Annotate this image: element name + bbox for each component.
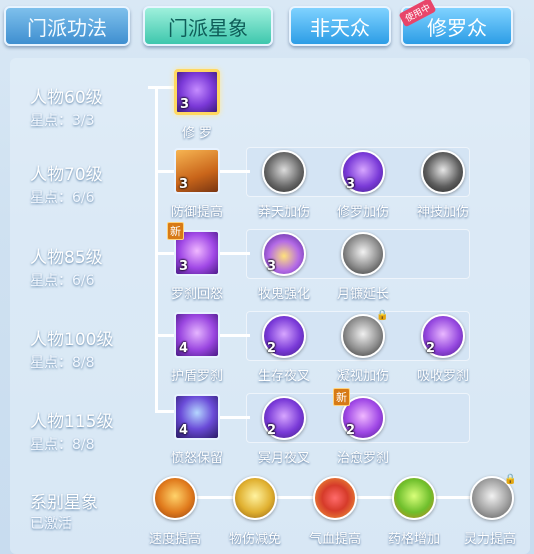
skill-hudun-icon[interactable]: 4 <box>174 312 220 358</box>
series-connector-1 <box>196 496 236 499</box>
tab-xiuluo[interactable]: 使用中 修罗众 <box>398 0 513 46</box>
row-level-85: 人物85级 <box>30 248 103 268</box>
row-stars-70: 星点：6/6 <box>30 190 95 206</box>
tab-sect-stars[interactable]: 门派星象 <box>143 6 273 46</box>
connector-strip-r4 <box>220 334 250 337</box>
star-panel <box>10 58 530 554</box>
tab-bar: 门派功法 门派星象 非天众 使用中 修罗众 <box>0 0 534 56</box>
skill-luosha-huinu-name: 罗刹回怒 <box>170 287 223 302</box>
series-medicine-icon[interactable] <box>392 476 436 520</box>
tree-connector <box>155 86 158 412</box>
series-spirit-name: 灵力提高 <box>463 532 516 547</box>
connector-r5 <box>155 410 175 413</box>
lock-icon: 🔒 <box>376 310 389 321</box>
skill-shengcun-name: 生存夜叉 <box>257 369 310 384</box>
series-title: 系别星象 <box>30 493 98 513</box>
tab-xiuluo-label: 修罗众 <box>427 15 487 40</box>
row-level-100: 人物100级 <box>30 330 114 350</box>
skill-xiuluo-dmg-icon[interactable]: 3 <box>341 150 385 194</box>
series-health-icon[interactable] <box>313 476 357 520</box>
series-connector-4 <box>436 496 472 499</box>
connector-r2 <box>155 170 175 173</box>
skill-fennu-icon[interactable]: 4 <box>174 394 220 440</box>
row-stars-100: 星点：8/8 <box>30 355 95 371</box>
skill-mugui-icon[interactable]: 3 <box>262 232 306 276</box>
connector-r3 <box>155 252 175 255</box>
skill-ningshi-name: 凝视加伤 <box>336 369 389 384</box>
new-badge: 新 <box>333 388 350 406</box>
row-level-60: 人物60级 <box>30 88 103 108</box>
connector-r4 <box>155 334 175 337</box>
skill-defense-name: 防御提高 <box>170 205 223 220</box>
connector-r1 <box>148 86 174 89</box>
skill-shenji-name: 神技加伤 <box>416 205 469 220</box>
series-physical-name: 物伤减免 <box>228 532 281 547</box>
skill-zhiyu-name: 治愈罗刹 <box>336 451 389 466</box>
row-stars-85: 星点：6/6 <box>30 273 95 289</box>
skill-xishou-name: 吸收罗刹 <box>416 369 469 384</box>
tab-feitian[interactable]: 非天众 <box>289 6 391 46</box>
series-connector-3 <box>356 496 394 499</box>
lock-icon: 🔒 <box>504 474 517 485</box>
series-physical-icon[interactable] <box>233 476 277 520</box>
series-medicine-name: 药格增加 <box>387 532 440 547</box>
skill-defense-icon[interactable]: 3 <box>174 148 220 194</box>
skill-hudun-name: 护盾罗刹 <box>170 369 223 384</box>
skill-xiuluo-dmg-name: 修罗加伤 <box>336 205 389 220</box>
row-stars-60: 星点：3/3 <box>30 113 95 129</box>
series-status: 已激活 <box>30 516 72 532</box>
skill-fennu-name: 愤怒保留 <box>170 451 223 466</box>
skill-xiuluo-icon[interactable]: 3 <box>174 69 220 115</box>
skill-xiuluo-name: 修 罗 <box>181 126 213 141</box>
series-speed-icon[interactable] <box>153 476 197 520</box>
skill-xishou-icon[interactable]: 2 <box>421 314 465 358</box>
skill-shengcun-icon[interactable]: 2 <box>262 314 306 358</box>
series-connector-2 <box>276 496 316 499</box>
tab-sect-skills[interactable]: 门派功法 <box>4 6 130 46</box>
row-level-115: 人物115级 <box>30 412 114 432</box>
skill-mingyue-icon[interactable]: 2 <box>262 396 306 440</box>
connector-strip-r3 <box>220 252 250 255</box>
skill-yuelian-icon[interactable] <box>341 232 385 276</box>
skill-mingyue-name: 冥月夜叉 <box>257 451 310 466</box>
row-stars-115: 星点：8/8 <box>30 437 95 453</box>
new-badge: 新 <box>167 222 184 240</box>
series-health-name: 气血提高 <box>308 532 361 547</box>
connector-strip-r2 <box>220 170 250 173</box>
skill-shenji-icon[interactable] <box>421 150 465 194</box>
row-level-70: 人物70级 <box>30 165 103 185</box>
series-speed-name: 速度提高 <box>148 532 201 547</box>
skill-yuelian-name: 月镰延长 <box>336 287 389 302</box>
skill-mugui-name: 牧鬼强化 <box>257 287 310 302</box>
skill-mangtian-name: 莽天加伤 <box>257 205 310 220</box>
skill-mangtian-icon[interactable] <box>262 150 306 194</box>
connector-strip-r5 <box>220 416 250 419</box>
